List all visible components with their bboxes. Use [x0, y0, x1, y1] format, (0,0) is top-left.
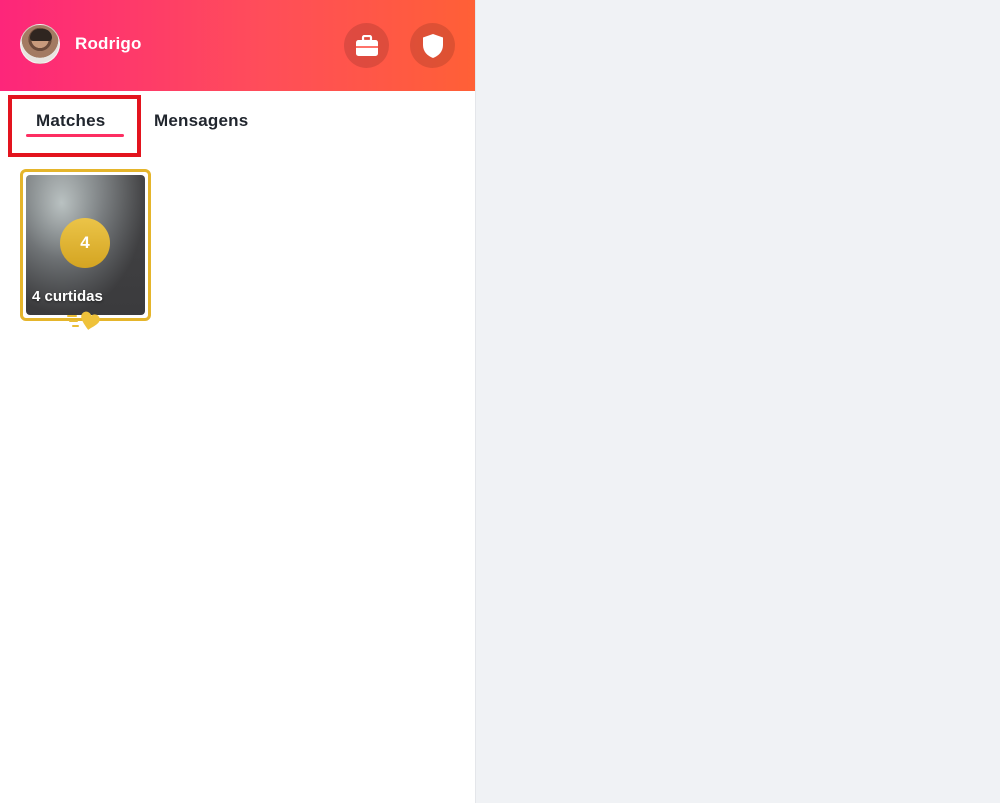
- sidebar: Rodrigo Matches Mensagens 4 4 curtidas: [0, 0, 476, 803]
- work-mode-button[interactable]: [344, 23, 389, 68]
- profile-link[interactable]: Rodrigo: [20, 24, 142, 64]
- tab-matches[interactable]: Matches: [36, 111, 105, 131]
- safety-center-button[interactable]: [410, 23, 455, 68]
- active-tab-indicator: [26, 134, 124, 137]
- blurred-likes-preview: 4 4 curtidas: [26, 175, 145, 315]
- tab-messages[interactable]: Mensagens: [154, 111, 248, 131]
- likes-count-badge: 4: [60, 218, 110, 268]
- app-window: Rodrigo Matches Mensagens 4 4 curtidas: [0, 0, 1000, 803]
- tab-bar: Matches Mensagens: [0, 91, 475, 161]
- main-content-area: [476, 0, 1000, 803]
- profile-name: Rodrigo: [75, 34, 142, 53]
- shield-icon: [422, 33, 443, 58]
- avatar: [20, 24, 60, 64]
- likes-you-card[interactable]: 4 4 curtidas: [20, 169, 151, 321]
- gold-heart-icon: [67, 311, 100, 330]
- briefcase-icon: [355, 34, 378, 56]
- likes-label: 4 curtidas: [32, 288, 103, 305]
- sidebar-header: Rodrigo: [0, 0, 475, 91]
